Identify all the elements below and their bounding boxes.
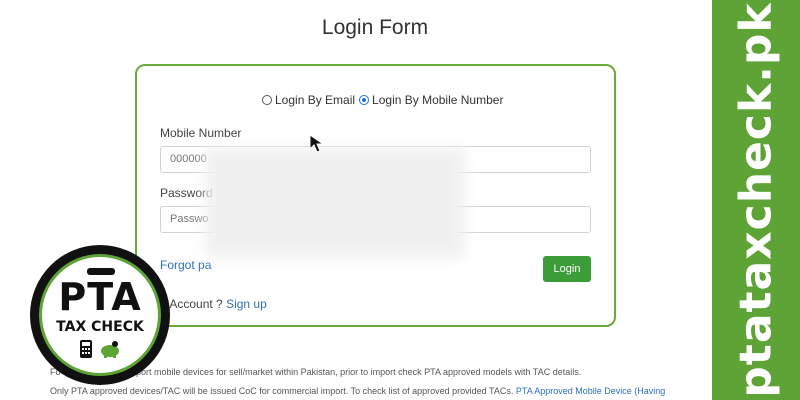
login-by-mobile-label[interactable]: Login By Mobile Number — [372, 93, 503, 107]
logo-title: PTA — [58, 275, 142, 319]
brand-sidebar: ptataxcheck.pk — [712, 0, 800, 400]
calculator-icon — [80, 340, 92, 358]
logo-phone-top-icon — [87, 268, 115, 275]
logo-subtitle: TAX CHECK — [56, 319, 144, 335]
page-title: Login Form — [321, 16, 429, 39]
blurred-overlay — [205, 148, 465, 258]
login-by-email-radio[interactable] — [262, 95, 272, 105]
login-by-mobile-radio[interactable] — [359, 95, 370, 105]
footer-line-2: Only PTA approved devices/TAC will be is… — [50, 386, 665, 396]
mouse-cursor-icon — [309, 134, 327, 159]
pta-approved-devices-link[interactable]: PTA Approved Mobile Device (Having — [516, 386, 665, 396]
page: Login Form Login By Email Login By Mobil… — [0, 0, 712, 400]
piggy-bank-icon — [101, 341, 119, 358]
mobile-number-label: Mobile Number — [160, 126, 242, 140]
brand-domain-text: ptataxcheck.pk — [730, 2, 782, 398]
signup-row: o Account ? Sign up — [160, 297, 267, 311]
login-mode-group: Login By Email Login By Mobile Number — [262, 93, 507, 107]
login-by-email-label[interactable]: Login By Email — [275, 93, 355, 107]
logo-icons — [42, 339, 158, 359]
forgot-password-link[interactable]: Forgot pa — [160, 258, 211, 272]
pta-tax-check-logo: PTA TAX CHECK — [30, 245, 170, 385]
footer-line-2-text: Only PTA approved devices/TAC will be is… — [50, 386, 514, 396]
login-button[interactable]: Login — [543, 256, 591, 282]
logo-inner-circle: PTA TAX CHECK — [39, 254, 161, 376]
signup-link[interactable]: Sign up — [226, 297, 267, 311]
